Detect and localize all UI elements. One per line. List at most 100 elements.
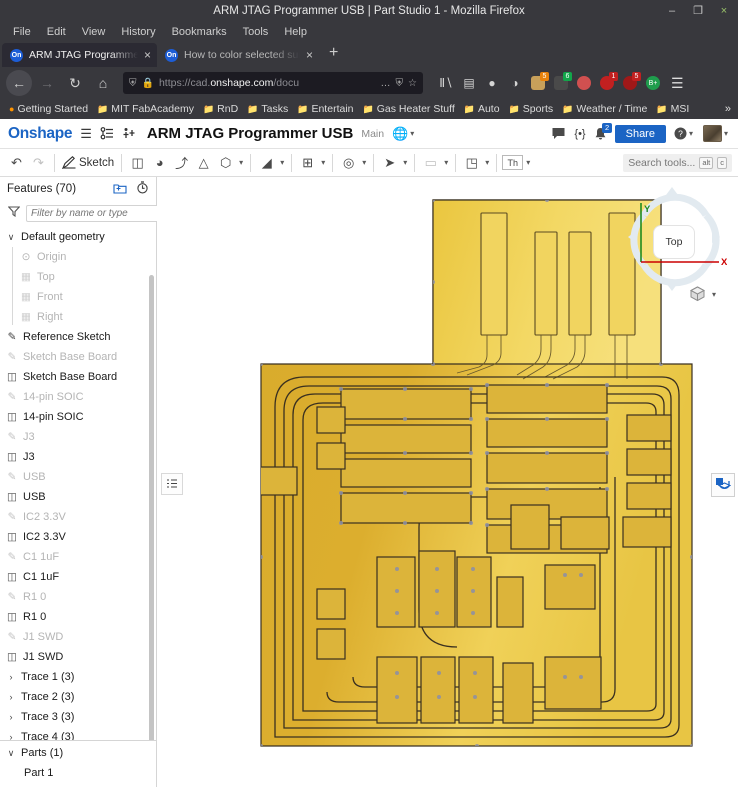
chevron-right-icon[interactable]: › [6, 732, 16, 740]
thicken-tool[interactable]: Th [502, 155, 524, 170]
library-icon[interactable]: Ⅱ∖ [436, 73, 456, 93]
tree-folder-trace-2[interactable]: › Trace 2 (3) [0, 687, 156, 707]
parts-item-part-1[interactable]: Part 1 [0, 763, 156, 783]
bookmarks-overflow-icon[interactable]: » [725, 103, 733, 115]
tree-folder-trace-4[interactable]: › Trace 4 (3) [0, 727, 156, 740]
tree-item-r1-0-extrude[interactable]: ◫ R1 0 [0, 607, 156, 627]
dark-ext-icon[interactable]: 6 [551, 72, 572, 93]
revolve-tool[interactable]: ◕ [149, 152, 170, 174]
app-menu-icon[interactable]: ☰ [671, 75, 684, 92]
fillet-tool[interactable]: ◢ [256, 152, 277, 174]
insert-feature-icon[interactable] [113, 182, 127, 197]
menu-history[interactable]: History [114, 25, 162, 39]
tree-item-j1-swd-extrude[interactable]: ◫ J1 SWD [0, 647, 156, 667]
orange-ext-icon[interactable]: 5 [528, 72, 549, 93]
chevron-down-icon[interactable]: ∨ [6, 232, 16, 243]
left-panel-toggle[interactable] [161, 473, 183, 495]
sketch-button[interactable]: Sketch [60, 152, 116, 174]
boolean-tool[interactable]: ◎ [338, 152, 359, 174]
tree-item-ic2-33v-sketch[interactable]: ✎ IC2 3.3V [0, 507, 156, 527]
tree-item-sketch-base-board-extrude[interactable]: ◫ Sketch Base Board [0, 367, 156, 387]
tab-close-icon[interactable]: × [306, 48, 313, 62]
tab-close-icon[interactable]: × [144, 48, 151, 62]
browser-tab-1[interactable]: On ARM JTAG Programmer US × [2, 43, 157, 67]
chevron-right-icon[interactable]: › [6, 672, 16, 682]
home-icon[interactable]: ⌂ [90, 70, 116, 96]
tree-item-front-plane[interactable]: ▦ Front [0, 287, 156, 307]
red-ext-icon[interactable]: 1 [597, 72, 618, 93]
hamburger-menu-icon[interactable]: ☰ [80, 126, 92, 142]
bplus-ext-icon[interactable]: B+ [643, 73, 663, 93]
display-style-button[interactable]: ▾ [688, 285, 718, 303]
undo-button[interactable]: ↶ [6, 152, 27, 174]
rollback-timer-icon[interactable] [136, 181, 149, 197]
bookmark-getting-started[interactable]: ● Getting Started [5, 102, 92, 116]
search-tools-input[interactable]: Search tools... alt c [623, 153, 732, 172]
menu-edit[interactable]: Edit [40, 25, 73, 39]
chevron-down-icon[interactable]: ▾ [524, 158, 532, 167]
tree-item-usb-sketch[interactable]: ✎ USB [0, 467, 156, 487]
shield-icon[interactable]: ⛨ [129, 78, 137, 89]
page-actions-icon[interactable]: … [381, 78, 391, 89]
menu-tools[interactable]: Tools [236, 25, 276, 39]
sidebar-icon[interactable]: ▤ [459, 73, 479, 93]
comments-icon[interactable] [551, 127, 566, 140]
bookmark-rnd[interactable]: 📁 RnD [199, 102, 242, 116]
tree-group-default-geometry[interactable]: ∨ Default geometry [0, 227, 156, 247]
account-icon[interactable]: ● [482, 73, 502, 93]
bookmark-msi[interactable]: 📁 MSI [652, 102, 693, 116]
address-bar[interactable]: ⛨ 🔒 https://cad.onshape.com/docu … ⛨ ☆ [123, 72, 423, 94]
help-icon[interactable]: ? ▾ [674, 127, 695, 140]
tree-item-top-plane[interactable]: ▦ Top [0, 267, 156, 287]
tree-item-j3-sketch[interactable]: ✎ J3 [0, 427, 156, 447]
chevron-down-icon[interactable]: ▾ [401, 158, 409, 167]
tree-item-sketch-base-board-sketch[interactable]: ✎ Sketch Base Board [0, 347, 156, 367]
minimize-button[interactable]: – [666, 5, 678, 17]
tree-item-c1-1uf-extrude[interactable]: ◫ C1 1uF [0, 567, 156, 587]
menu-help[interactable]: Help [277, 25, 314, 39]
bookmark-auto[interactable]: 📁 Auto [460, 102, 504, 116]
tree-item-14pin-soic-extrude[interactable]: ◫ 14-pin SOIC [0, 407, 156, 427]
filter-icon[interactable] [7, 206, 21, 220]
pattern-tool[interactable]: ⊞ [297, 152, 318, 174]
bookmark-star-icon[interactable]: ☆ [408, 78, 417, 89]
draft-tool[interactable]: ➤ [379, 152, 400, 174]
yin-yang-ext-icon[interactable]: ◑ [505, 73, 525, 93]
right-panel-toggle[interactable] [711, 473, 735, 497]
share-button[interactable]: Share [614, 124, 666, 143]
tree-item-j1-swd-sketch[interactable]: ✎ J1 SWD [0, 627, 156, 647]
forward-icon[interactable]: → [34, 70, 60, 96]
chevron-down-icon[interactable]: ▾ [278, 158, 286, 167]
chevron-down-icon[interactable]: ▾ [360, 158, 368, 167]
tree-item-ic2-33v-extrude[interactable]: ◫ IC2 3.3V [0, 527, 156, 547]
new-tab-button[interactable]: + [319, 44, 346, 64]
loft-tool[interactable]: △ [193, 152, 214, 174]
chevron-down-icon[interactable]: ∨ [6, 748, 16, 759]
tree-item-reference-sketch[interactable]: ✎ Reference Sketch [0, 327, 156, 347]
uo-ext-icon[interactable]: 5 [620, 72, 641, 93]
bookmark-mit-fabacademy[interactable]: 📁 MIT FabAcademy [93, 102, 198, 116]
tree-folder-trace-3[interactable]: › Trace 3 (3) [0, 707, 156, 727]
parts-header[interactable]: ∨ Parts (1) [0, 743, 156, 763]
maximize-button[interactable]: ❐ [692, 5, 704, 17]
close-button[interactable]: × [718, 5, 730, 17]
globe-icon[interactable]: 🌐 ▾ [392, 126, 416, 142]
bookmark-gas-heater-stuff[interactable]: 📁 Gas Heater Stuff [359, 102, 459, 116]
shell-tool[interactable]: ▭ [420, 152, 441, 174]
bookmark-sports[interactable]: 📁 Sports [505, 102, 558, 116]
transform-tool[interactable]: ◳ [461, 152, 482, 174]
notifications-icon[interactable]: 2 [594, 122, 612, 141]
chevron-down-icon[interactable]: ▾ [442, 158, 450, 167]
tree-item-usb-extrude[interactable]: ◫ USB [0, 487, 156, 507]
tracking-protection-icon[interactable]: ⛨ [396, 78, 404, 89]
version-graph-icon[interactable] [100, 127, 114, 140]
chevron-down-icon[interactable]: ▾ [237, 158, 245, 167]
sweep-tool[interactable]: ⤴ [171, 152, 192, 174]
reload-icon[interactable]: ↻ [62, 70, 88, 96]
variables-icon[interactable]: {•} [574, 128, 585, 140]
feature-tree-scrollbar[interactable] [149, 275, 154, 740]
chevron-down-icon[interactable]: ▾ [319, 158, 327, 167]
bookmark-weather-time[interactable]: 📁 Weather / Time [558, 102, 651, 116]
redo-button[interactable]: ↷ [28, 152, 49, 174]
browser-tab-2[interactable]: On How to color selected surf × [157, 43, 319, 67]
